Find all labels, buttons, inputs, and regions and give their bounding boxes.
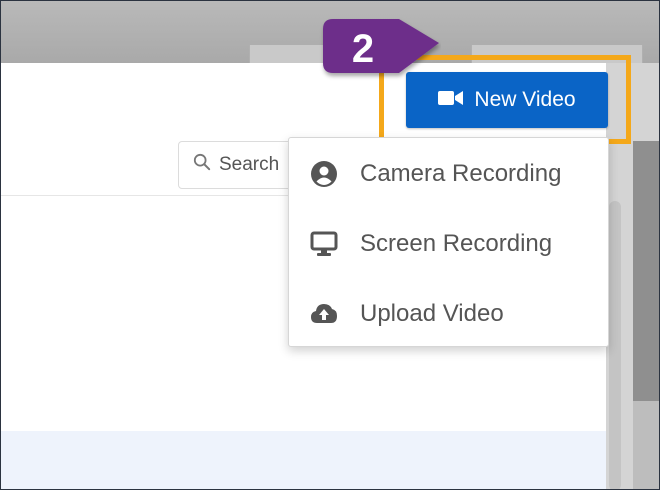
step-number: 2 (351, 27, 375, 71)
user-circle-icon (309, 159, 339, 189)
step-badge: 2 (315, 15, 441, 83)
search-icon (193, 153, 211, 177)
menu-item-label: Screen Recording (360, 230, 553, 257)
new-video-label: New Video (474, 88, 576, 111)
menu-item-screen-recording[interactable]: Screen Recording (289, 214, 608, 274)
search-input[interactable]: Search (178, 141, 298, 189)
menu-item-label: Upload Video (360, 300, 504, 327)
new-video-dropdown-menu: Camera Recording Screen Recording Upload… (288, 137, 609, 347)
search-label: Search (219, 154, 280, 175)
video-camera-icon (438, 88, 464, 112)
screenshot-frame: Search New Video 2 Camera Recording Scre… (0, 0, 660, 490)
cloud-upload-icon (309, 299, 339, 329)
menu-item-camera-recording[interactable]: Camera Recording (289, 144, 608, 204)
menu-item-label: Camera Recording (360, 160, 562, 187)
scrollbar[interactable] (609, 201, 621, 489)
menu-item-upload-video[interactable]: Upload Video (289, 284, 608, 344)
monitor-icon (309, 229, 339, 259)
panel-edge (633, 401, 659, 489)
table-row[interactable] (1, 431, 606, 489)
